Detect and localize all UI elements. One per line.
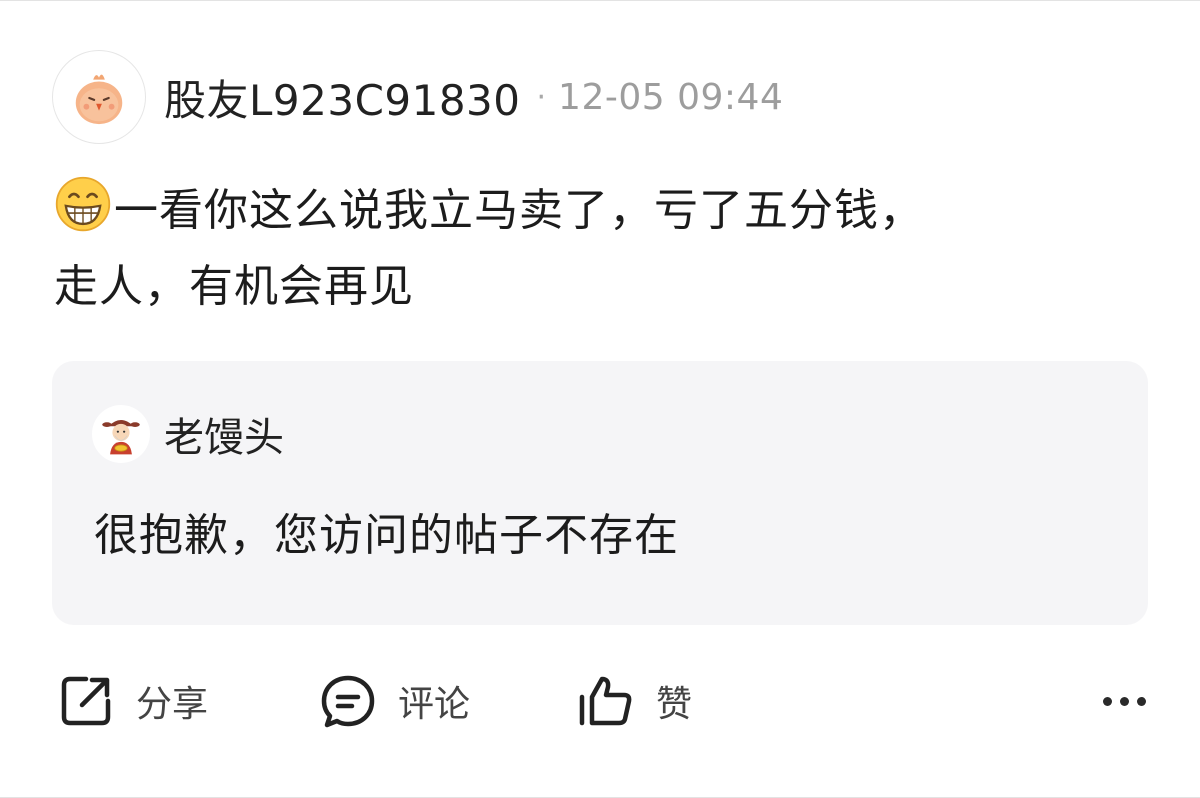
comment-post: 股友L923C91830 · 12-05 09:44 一看你这么说我立马卖了，亏… [0, 0, 1200, 798]
quoted-author-avatar[interactable] [92, 405, 150, 463]
post-text-1: 一看你这么说我立马卖了，亏了五分钱， [114, 185, 924, 236]
share-button[interactable]: 分享 [56, 669, 208, 733]
share-label: 分享 [136, 684, 209, 725]
more-button[interactable] [1103, 669, 1146, 733]
fortune-god-avatar-icon [102, 419, 140, 455]
quoted-post-text: 很抱歉，您访问的帖子不存在 [94, 510, 679, 561]
post-text-line-1: 一看你这么说我立马卖了，亏了五分钱， [54, 173, 1154, 249]
like-button[interactable]: 赞 [576, 669, 692, 733]
quoted-post-header: 老馒头 [92, 405, 284, 463]
comment-button[interactable]: 评论 [318, 669, 470, 733]
quoted-author-name[interactable]: 老馒头 [164, 405, 284, 463]
post-text-line-2: 走人，有机会再见 [54, 249, 1154, 325]
author-avatar[interactable] [52, 50, 146, 144]
comment-icon [321, 675, 375, 728]
like-label: 赞 [656, 684, 693, 725]
author-name[interactable]: 股友L923C91830 [164, 67, 521, 128]
share-icon [61, 676, 111, 726]
thumbs-up-icon [579, 676, 632, 726]
post-content: 一看你这么说我立马卖了，亏了五分钱， 走人，有机会再见 [54, 173, 1154, 325]
post-header: 股友L923C91830 · 12-05 09:44 [52, 49, 783, 145]
meta-separator: · [536, 79, 547, 115]
post-text-2: 走人，有机会再见 [54, 261, 414, 312]
post-timestamp: 12-05 09:44 [558, 76, 784, 118]
comment-label: 评论 [398, 684, 471, 725]
more-icon [1103, 696, 1146, 706]
action-bar: 分享 评论 赞 [56, 669, 1146, 733]
chick-avatar-icon [75, 74, 123, 125]
grinning-face-emoji-icon [54, 175, 112, 233]
quoted-post-card[interactable]: 老馒头 很抱歉，您访问的帖子不存在 [52, 361, 1148, 625]
